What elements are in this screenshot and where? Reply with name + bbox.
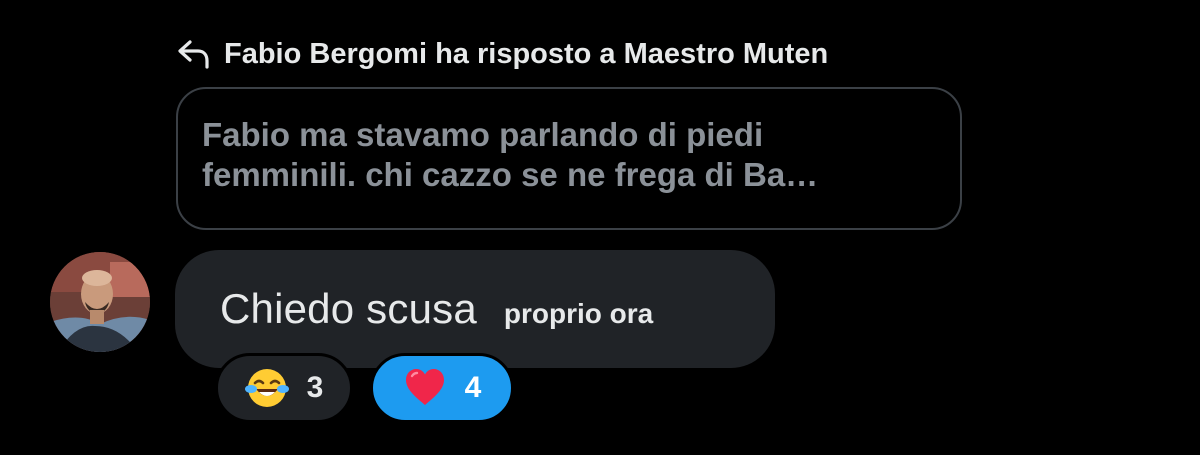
quoted-message-line-2: femminili. chi cazzo se ne frega di Ba… <box>202 156 819 193</box>
reply-header: Fabio Bergomi ha risposto a Maestro Mute… <box>176 36 828 72</box>
reply-header-text[interactable]: Fabio Bergomi ha risposto a Maestro Mute… <box>224 38 828 71</box>
message-text: Chiedo scusa <box>220 285 477 332</box>
reply-arrow-icon <box>176 36 212 72</box>
tears-of-joy-emoji-icon <box>244 366 289 410</box>
reaction-heart-button[interactable]: 4 <box>370 353 514 423</box>
reaction-laugh-count: 3 <box>306 371 324 404</box>
quoted-message[interactable]: Fabio ma stavamo parlando di piedi femmi… <box>176 87 962 230</box>
quoted-message-line-1: Fabio ma stavamo parlando di piedi <box>202 116 764 153</box>
reaction-laugh-button[interactable]: 3 <box>215 353 353 423</box>
red-heart-emoji-icon <box>403 366 447 410</box>
avatar[interactable] <box>50 252 150 352</box>
reaction-heart-count: 4 <box>464 371 482 404</box>
message-timestamp: proprio ora <box>503 298 654 329</box>
message-bubble[interactable]: Chiedo scusa proprio ora <box>175 250 775 368</box>
